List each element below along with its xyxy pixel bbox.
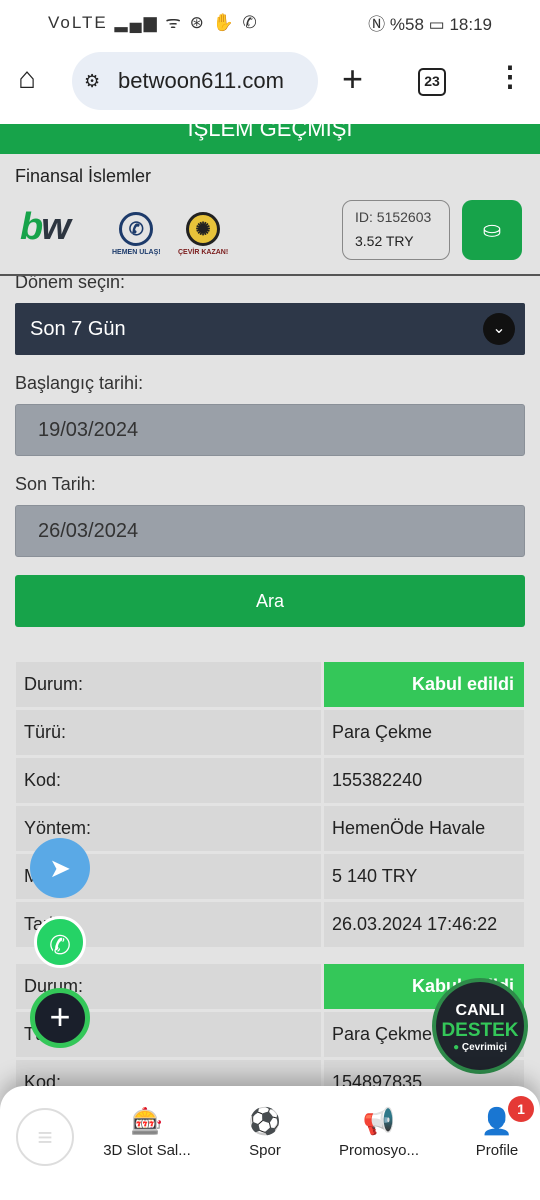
wheel-icon: ✺ [186,212,221,246]
support-status: Çevrimiçi [461,1042,507,1053]
table-row: Yöntem: HemenÖde Havale [16,806,524,854]
table-row: Tarih:26.03.2024 17:46:22 [16,902,524,950]
new-tab-button[interactable]: + [342,58,363,100]
site-settings-icon[interactable]: ⚙ [84,52,100,110]
account-info: ID: 5152603 3.52 TRY [342,200,450,260]
browser-toolbar: ⌂ ⚙ betwoon611.com + 23 ⋮ [0,40,540,124]
table-row: Türü:Para Çekme [16,710,524,758]
deposit-button[interactable]: ⛀ [462,200,522,260]
filter-form: Dönem seçin: Son 7 Gün ⌄ Başlangıç tarihi… [15,264,525,627]
megaphone-icon: 📢 [362,1106,396,1136]
plus-icon: + [49,996,71,1037]
live-support-button[interactable]: CANLI DESTEK ● Çevrimiçi [432,978,528,1074]
status-badge: Kabul edildi [324,662,524,707]
start-date-input[interactable]: 19/03/2024 [15,404,525,456]
more-menu-icon[interactable]: ⋮ [496,60,524,93]
row-value: 26.03.2024 17:46:22 [324,902,524,947]
battery-level: %58 [389,15,424,34]
balance: 3.52 TRY [355,233,414,249]
end-date-label: Son Tarih: [15,474,96,494]
nav-profile[interactable]: 👤 Profile 1 [442,1096,540,1159]
hemen-ulas-link[interactable]: ✆ HEMEN ULAŞ! [112,212,161,256]
row-label: Kod: [16,758,324,803]
whatsapp-icon: ✆ [49,930,71,960]
row-value: 155382240 [324,758,524,803]
row-value: Para Çekme [324,710,524,755]
whatsapp-button[interactable]: ✆ [34,916,86,968]
chevron-down-icon: ⌄ [483,313,515,345]
end-date-input[interactable]: 26/03/2024 [15,505,525,557]
table-row: Miktar:5 140 TRY [16,854,524,902]
table-row: Kod: 155382240 [16,758,524,806]
coins-icon: ⛀ [482,217,502,242]
section-title: Finansal İslemler [15,166,152,186]
divider [16,950,524,964]
status-bar: VoLTE ▂▄▆ ᯤ ⊛ ✋ ✆ Ⓝ %58 ▭ 18:19 [0,0,540,40]
row-label: Türü: [16,710,324,755]
phone-icon: ✆ [119,212,154,246]
table-row: Durum:Kabul edildi [16,662,524,710]
hamburger-menu-button[interactable]: ≡ [16,1108,74,1166]
slot-machine-icon: 🎰 [130,1106,164,1136]
clock: 18:19 [449,15,492,34]
bottom-nav: ≡ 🎰 3D Slot Sal... ⚽ Spor 📢 Promosyo... 👤 Pr… [0,1086,540,1200]
user-id: ID: 5152603 [355,209,432,225]
row-label: Durum: [16,662,324,707]
nav-promotions[interactable]: 📢 Promosyo... [324,1106,434,1159]
expand-contacts-button[interactable]: + [30,988,90,1048]
period-select[interactable]: Son 7 Gün ⌄ [15,303,525,355]
telegram-button[interactable]: ➤ [30,838,90,898]
search-button[interactable]: Ara [15,575,525,627]
address-bar[interactable]: ⚙ betwoon611.com [72,52,318,110]
menu-icon: ≡ [37,1122,53,1152]
row-value: 5 140 TRY [324,854,524,899]
nav-slots[interactable]: 🎰 3D Slot Sal... [92,1106,202,1159]
home-icon[interactable]: ⌂ [18,62,36,96]
cevir-kazan-link[interactable]: ✺ ÇEVİR KAZAN! [178,212,228,256]
row-value: HemenÖde Havale [324,806,524,851]
nav-spor[interactable]: ⚽ Spor [210,1106,320,1159]
page-title: İŞLEM GEÇMİŞİ [0,124,540,154]
telegram-icon: ➤ [49,853,71,883]
soccer-ball-icon: ⚽ [248,1106,282,1136]
start-date-label: Başlangıç tarihi: [15,373,144,393]
status-icons: VoLTE ▂▄▆ ᯤ ⊛ ✋ ✆ [48,13,259,32]
notification-badge: 1 [508,1096,534,1122]
account-header: Finansal İslemler bw ✆ HEMEN ULAŞ! ✺ ÇEVİR… [0,154,540,276]
brand-logo[interactable]: bw [20,206,71,249]
tab-switcher-button[interactable]: 23 [418,68,446,96]
